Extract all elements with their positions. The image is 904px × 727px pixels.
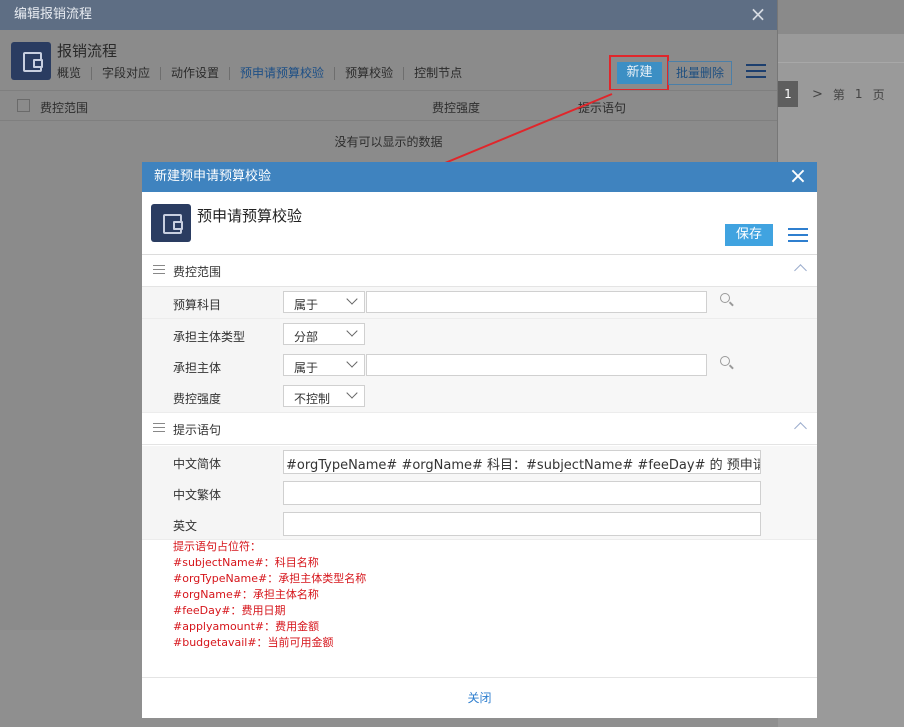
entity-type-label: 承担主体类型: [173, 330, 246, 344]
budget-subject-label: 预算科目: [173, 298, 222, 312]
row-en: 英文: [142, 508, 817, 540]
entity-mode-select[interactable]: 属于: [283, 354, 365, 376]
row-budget-subject: 预算科目 属于: [142, 287, 817, 319]
close-link[interactable]: 关闭: [467, 691, 491, 705]
collapse-icon[interactable]: [794, 264, 807, 277]
strength-select[interactable]: 不控制: [283, 385, 365, 407]
inner-footer: 关闭: [142, 677, 817, 719]
zh-tw-label: 中文繁体: [173, 488, 222, 502]
search-icon[interactable]: [720, 356, 734, 370]
entity-input[interactable]: [366, 354, 707, 376]
budget-subject-mode-select[interactable]: 属于: [283, 291, 365, 313]
row-zh-tw: 中文繁体: [142, 477, 817, 509]
inner-dialog-title: 新建预申请预算校验: [154, 169, 272, 184]
inner-dialog: 新建预申请预算校验 × 预申请预算校验 保存 费控范围 预算科目 属于 承担主体…: [142, 162, 817, 718]
zh-tw-input[interactable]: [283, 481, 761, 505]
collapse-icon[interactable]: [794, 422, 807, 435]
menu-icon[interactable]: [788, 228, 808, 244]
list-icon: [153, 265, 165, 275]
save-button[interactable]: 保存: [725, 224, 773, 246]
row-strength: 费控强度 不控制: [142, 381, 817, 413]
inner-close-icon[interactable]: ×: [787, 165, 809, 189]
strength-label: 费控强度: [173, 392, 222, 406]
list-icon: [153, 423, 165, 433]
budget-subject-input[interactable]: [366, 291, 707, 313]
inner-header: 预申请预算校验 保存: [142, 192, 817, 255]
row-entity: 承担主体 属于: [142, 350, 817, 382]
entity-type-select[interactable]: 分部: [283, 323, 365, 345]
inner-dialog-titlebar: 新建预申请预算校验 ×: [142, 162, 817, 192]
zh-cn-label: 中文简体: [173, 457, 222, 471]
chevron-down-icon: [346, 356, 358, 368]
entity-label: 承担主体: [173, 361, 222, 375]
en-input[interactable]: [283, 512, 761, 536]
section-scope-label: 费控范围: [173, 265, 222, 279]
section-message-label: 提示语句: [173, 423, 222, 437]
search-icon[interactable]: [720, 293, 734, 307]
row-zh-cn: 中文简体 #orgTypeName# #orgName# 科目：#subject…: [142, 446, 817, 478]
zh-cn-input[interactable]: #orgTypeName# #orgName# 科目：#subjectName#…: [283, 450, 761, 474]
placeholder-hint: 提示语句占位符： #subjectName#：科目名称 #orgTypeName…: [173, 540, 367, 649]
section-scope[interactable]: 费控范围: [142, 255, 817, 287]
row-entity-type: 承担主体类型 分部: [142, 319, 817, 351]
section-message[interactable]: 提示语句: [142, 413, 817, 445]
chevron-down-icon: [346, 387, 358, 399]
chevron-down-icon: [346, 293, 358, 305]
en-label: 英文: [173, 519, 198, 533]
wallet-icon: [151, 204, 191, 242]
inner-app-title: 预申请预算校验: [197, 207, 303, 225]
chevron-down-icon: [346, 325, 358, 337]
